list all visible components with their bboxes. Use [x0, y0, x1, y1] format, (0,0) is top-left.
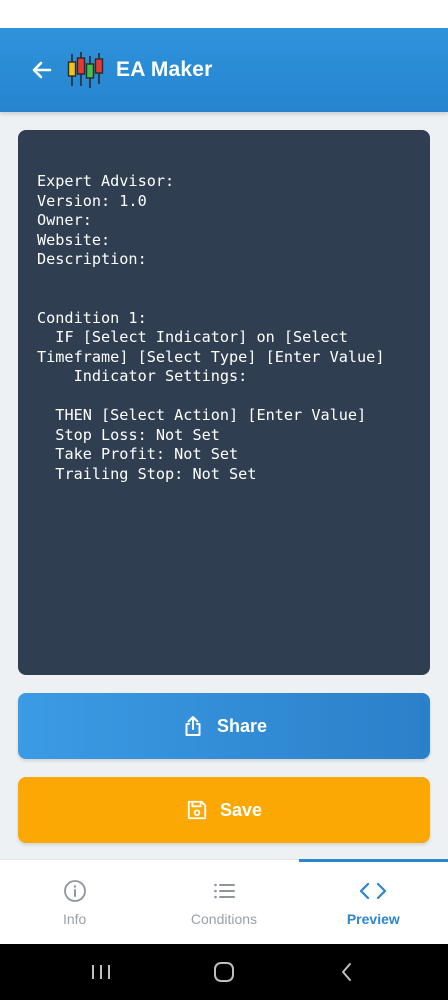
nav-item-info[interactable]: Info	[0, 860, 149, 944]
home-icon	[213, 962, 234, 982]
back-button[interactable]	[28, 56, 56, 84]
bottom-navigation: Info Conditions Preview	[0, 859, 448, 944]
share-icon	[185, 716, 201, 736]
save-button[interactable]: Save	[18, 777, 430, 843]
home-button[interactable]	[194, 952, 254, 992]
list-icon	[214, 883, 235, 899]
nav-item-conditions[interactable]: Conditions	[149, 860, 298, 944]
share-button[interactable]: Share	[18, 693, 430, 759]
chevron-left-icon	[341, 963, 351, 981]
recent-apps-button[interactable]	[71, 952, 131, 992]
recent-apps-icon	[92, 965, 111, 979]
code-preview-panel: Expert Advisor: Version: 1.0 Owner: Webs…	[18, 130, 430, 675]
code-preview-text: Expert Advisor: Version: 1.0 Owner: Webs…	[37, 172, 385, 483]
nav-item-conditions-label: Conditions	[190, 911, 258, 927]
candlestick-logo-icon	[67, 52, 104, 88]
arrow-left-icon	[32, 61, 52, 79]
system-navigation-bar	[0, 944, 448, 1000]
nav-item-info-label: Info	[62, 911, 87, 927]
app-title: EA Maker	[116, 58, 213, 81]
app-bar: EA Maker	[0, 28, 448, 112]
code-icon	[360, 882, 387, 900]
system-back-button[interactable]	[317, 952, 377, 992]
share-button-label: Share	[216, 715, 268, 736]
save-icon	[187, 800, 207, 820]
nav-item-preview[interactable]: Preview	[298, 859, 448, 944]
info-icon	[63, 880, 86, 902]
status-bar	[0, 0, 448, 28]
nav-item-preview-label: Preview	[346, 911, 400, 927]
save-button-label: Save	[219, 799, 263, 820]
